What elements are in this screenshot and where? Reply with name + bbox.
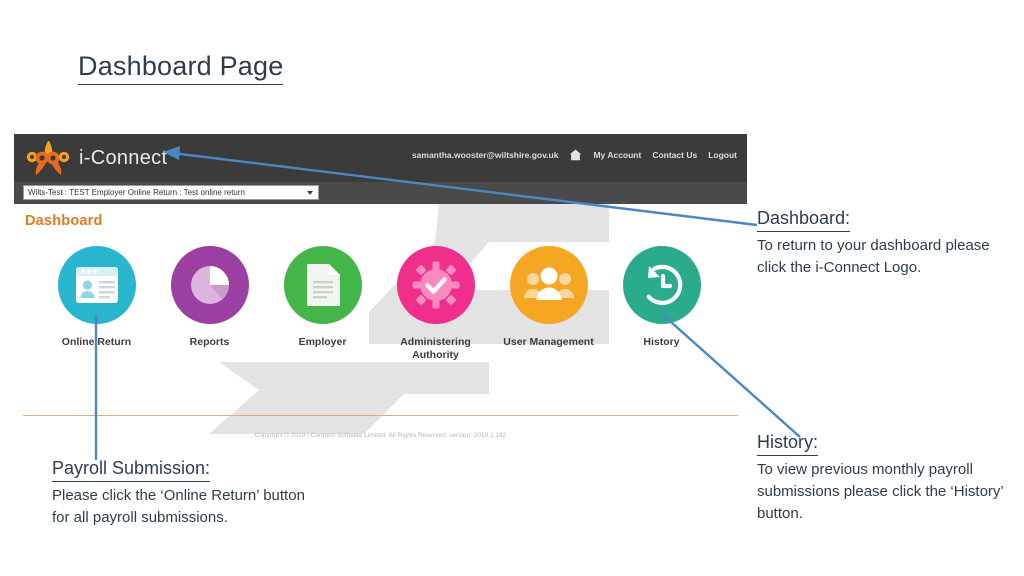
- annotation-history-title: History:: [757, 432, 819, 456]
- tile-history[interactable]: History: [605, 246, 718, 362]
- gear-check-icon: [396, 246, 475, 324]
- user-email: samantha.wooster@wiltshire.gov.uk: [411, 150, 559, 160]
- i-connect-molecule-logo-icon: [26, 141, 70, 175]
- app-subbar: Wilts-Test : TEST Employer Online Return…: [14, 182, 747, 204]
- dashboard-heading: Dashboard: [25, 213, 103, 229]
- tile-label-user-management: User Management: [503, 336, 594, 348]
- tile-online-return[interactable]: Online Return: [40, 246, 153, 362]
- tile-administering-authority[interactable]: Administering Authority: [379, 246, 492, 362]
- dashboard-tile-row: Online Return Reports Employer Administe…: [40, 246, 720, 362]
- annotation-payroll-title: Payroll Submission:: [52, 458, 211, 482]
- tile-employer[interactable]: Employer: [266, 246, 379, 362]
- annotation-history-body: To view previous monthly payroll submiss…: [757, 460, 1004, 522]
- annotation-history: History: To view previous monthly payrol…: [757, 432, 1015, 525]
- annotation-dashboard: Dashboard: To return to your dashboard p…: [757, 208, 1019, 279]
- annotation-payroll-body: Please click the ‘Online Return’ button …: [52, 486, 305, 526]
- organisation-select-value: Wilts-Test : TEST Employer Online Return…: [28, 188, 245, 197]
- annotation-dashboard-body: To return to your dashboard please click…: [757, 236, 990, 276]
- organisation-select[interactable]: Wilts-Test : TEST Employer Online Return…: [23, 185, 319, 200]
- app-screenshot: i-Connect samantha.wooster@wiltshire.gov…: [14, 134, 747, 447]
- tile-reports[interactable]: Reports: [153, 246, 266, 362]
- app-body: Dashboard Online Return Reports Employer…: [14, 204, 747, 447]
- header-nav: samantha.wooster@wiltshire.gov.uk My Acc…: [412, 149, 737, 161]
- chevron-down-icon: [307, 190, 313, 195]
- nav-link-my-account[interactable]: My Account: [593, 150, 641, 160]
- annotation-payroll-submission: Payroll Submission: Please click the ‘On…: [52, 458, 322, 529]
- history-clock-icon: [622, 246, 701, 324]
- pie-chart-icon: [170, 246, 249, 324]
- footer-divider: [23, 415, 738, 416]
- tile-label-history: History: [643, 336, 680, 348]
- app-logo-text: i-Connect: [79, 146, 168, 169]
- annotation-dashboard-title: Dashboard:: [757, 208, 851, 232]
- app-logo[interactable]: i-Connect: [26, 139, 167, 177]
- tile-label-reports: Reports: [189, 336, 230, 348]
- document-icon: [283, 246, 362, 324]
- tile-user-management[interactable]: User Management: [492, 246, 605, 362]
- app-header: i-Connect samantha.wooster@wiltshire.gov…: [14, 134, 747, 182]
- page-title: Dashboard Page: [78, 51, 284, 85]
- users-group-icon: [509, 246, 588, 324]
- nav-link-contact-us[interactable]: Contact Us: [652, 150, 697, 160]
- browser-id-card-icon: [57, 246, 136, 324]
- home-icon[interactable]: [569, 149, 582, 161]
- tile-label-administering-authority: Administering Authority: [400, 336, 471, 362]
- tile-label-online-return: Online Return: [61, 336, 132, 348]
- tile-label-employer: Employer: [298, 336, 347, 348]
- footer-copyright: Copyright © 2019 i-Connect Software Limi…: [254, 432, 507, 439]
- nav-link-logout[interactable]: Logout: [708, 150, 737, 160]
